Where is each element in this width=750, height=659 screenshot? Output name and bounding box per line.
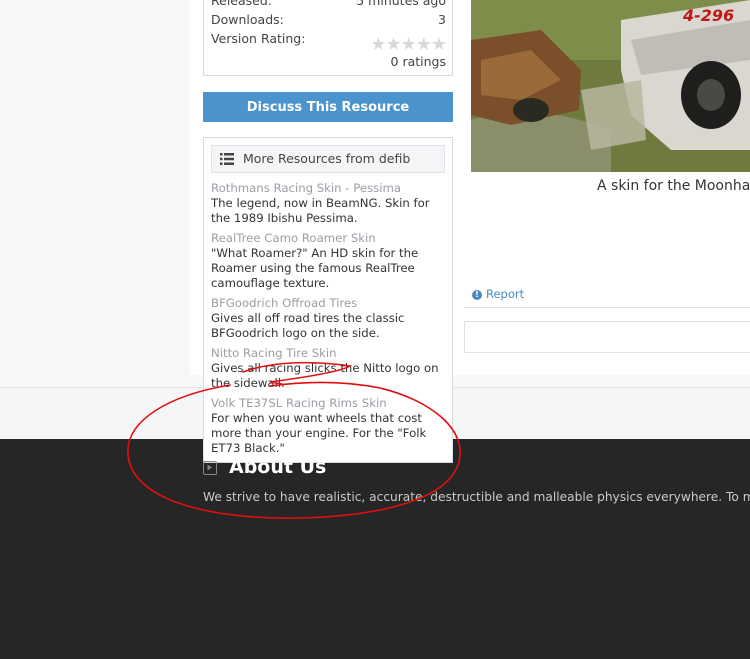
star-rating[interactable]: ★★★★★ xyxy=(370,34,447,55)
car-number-text: 4-296 xyxy=(683,6,735,25)
resource-item: Volk TE37SL Racing Rims Skin For when yo… xyxy=(211,396,447,456)
resource-item: Nitto Racing Tire Skin Gives all racing … xyxy=(211,346,447,391)
play-triangle xyxy=(207,464,212,471)
alert-icon: ! xyxy=(472,290,482,300)
list-icon xyxy=(220,153,234,165)
car-photo-drawing xyxy=(471,0,750,172)
resource-item-title[interactable]: BFGoodrich Offroad Tires xyxy=(211,296,447,311)
resource-item: Rothmans Racing Skin - Pessima The legen… xyxy=(211,181,447,226)
resource-item-desc: Gives all racing slicks the Nitto logo o… xyxy=(211,361,439,390)
comment-box xyxy=(464,321,750,353)
ratings-count: 0 ratings xyxy=(390,54,446,69)
about-us-text: We strive to have realistic, accurate, d… xyxy=(203,490,750,504)
released-label: Released: xyxy=(211,0,272,8)
version-rating-label: Version Rating: xyxy=(211,31,306,46)
media-caption: A skin for the Moonhaw xyxy=(597,178,750,194)
more-resources-box: More Resources from defib Rothmans Racin… xyxy=(203,137,453,463)
resource-item-desc: "What Roamer?" An HD skin for the Roamer… xyxy=(211,246,419,290)
downloads-label: Downloads: xyxy=(211,12,284,27)
downloads-value: 3 xyxy=(438,12,446,27)
released-row: Released: 5 minutes ago xyxy=(211,0,446,10)
more-resources-header: More Resources from defib xyxy=(211,145,445,173)
resource-item-desc: Gives all off road tires the classic BFG… xyxy=(211,311,405,340)
resource-info-box: Released: 5 minutes ago Downloads: 3 Ver… xyxy=(203,0,453,76)
star-icon[interactable]: ★ xyxy=(416,34,432,55)
discuss-resource-button[interactable]: Discuss This Resource xyxy=(203,92,453,122)
released-value: 5 minutes ago xyxy=(356,0,446,8)
resource-item: BFGoodrich Offroad Tires Gives all off r… xyxy=(211,296,447,341)
resource-item-title[interactable]: Nitto Racing Tire Skin xyxy=(211,346,447,361)
resource-screenshot[interactable]: 4-296 xyxy=(471,0,750,172)
resource-item-title[interactable]: RealTree Camo Roamer Skin xyxy=(211,231,447,246)
more-resources-title: More Resources from defib xyxy=(243,151,411,166)
report-link[interactable]: ! Report xyxy=(472,287,524,301)
resource-item-title[interactable]: Volk TE37SL Racing Rims Skin xyxy=(211,396,447,411)
star-icon[interactable]: ★ xyxy=(401,34,417,55)
resource-item-desc: The legend, now in BeamNG. Skin for the … xyxy=(211,196,430,225)
about-us-title: About Us xyxy=(229,456,327,478)
resource-item: RealTree Camo Roamer Skin "What Roamer?"… xyxy=(211,231,447,291)
star-icon[interactable]: ★ xyxy=(385,34,401,55)
divider xyxy=(464,307,750,308)
resource-item-desc: For when you want wheels that cost more … xyxy=(211,411,427,455)
play-icon xyxy=(203,461,217,475)
resource-item-title[interactable]: Rothmans Racing Skin - Pessima xyxy=(211,181,447,196)
star-icon[interactable]: ★ xyxy=(431,34,447,55)
star-icon[interactable]: ★ xyxy=(370,34,386,55)
report-label[interactable]: Report xyxy=(486,287,524,301)
footer xyxy=(0,439,750,659)
downloads-row: Downloads: 3 xyxy=(211,11,446,29)
